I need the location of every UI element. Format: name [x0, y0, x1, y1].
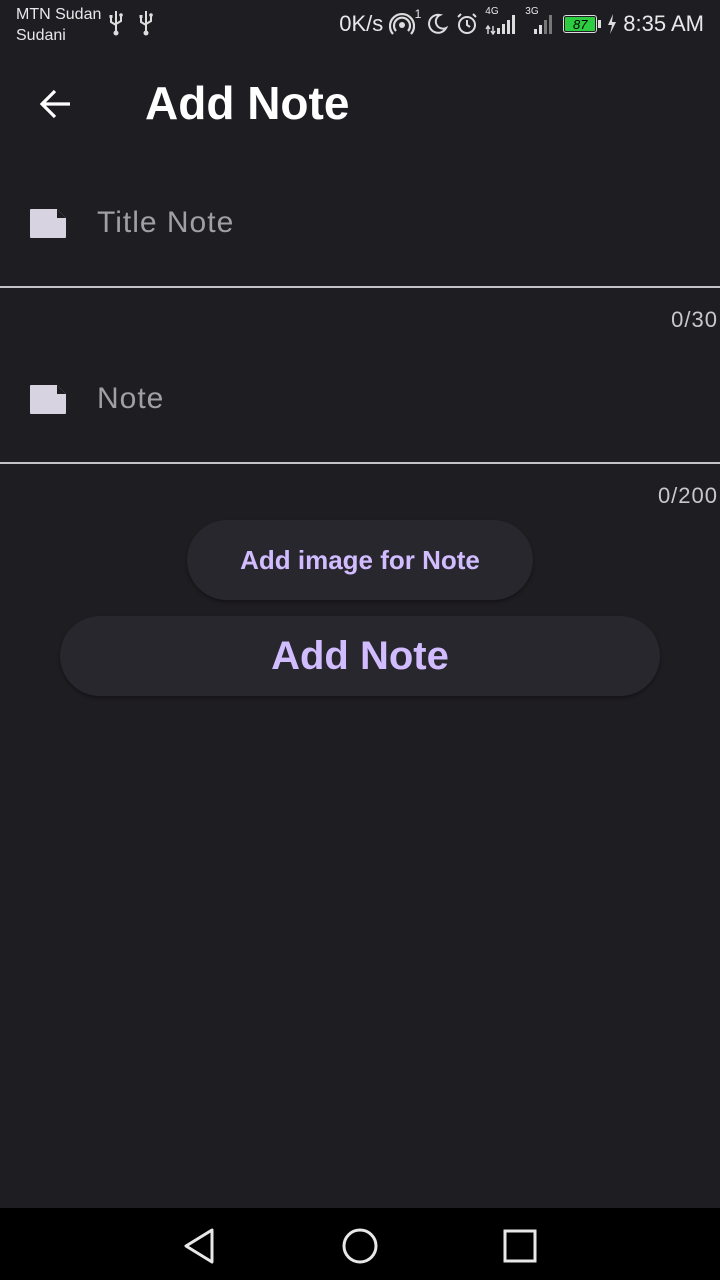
charging-icon: [608, 14, 617, 34]
back-button[interactable]: [28, 80, 84, 128]
note-icon: [30, 385, 66, 414]
add-note-button[interactable]: Add Note: [60, 616, 660, 696]
usb-icon: [109, 11, 123, 36]
note-char-counter: 0/200: [657, 483, 718, 508]
alarm-icon: [457, 13, 477, 34]
title-char-counter: 0/30: [671, 307, 718, 332]
add-image-button-label: Add image for Note: [240, 544, 480, 575]
signal-4g-icon: 4G: [485, 6, 519, 36]
hotspot-icon: 1: [389, 7, 421, 37]
signal-3g-icon: 3G: [525, 6, 557, 36]
add-note-button-label: Add Note: [271, 633, 449, 678]
page-title: Add Note: [145, 77, 350, 129]
note-icon: [30, 209, 66, 238]
note-input[interactable]: [97, 378, 697, 420]
carrier-name: MTN Sudan Sudani: [16, 6, 102, 44]
nav-back-icon[interactable]: [180, 1226, 220, 1266]
system-nav-bar: [0, 1208, 720, 1280]
title-note-underline: [0, 286, 720, 288]
app-bar: Add Note: [0, 58, 720, 148]
battery-icon: 87: [563, 15, 602, 33]
nav-home-icon[interactable]: [340, 1226, 380, 1266]
network-speed: 0K/s: [339, 11, 384, 36]
usb-icon: [139, 11, 153, 36]
arrow-left-icon: [39, 89, 70, 119]
title-note-field: 0/30: [0, 180, 720, 332]
status-bar: MTN Sudan Sudani 0K/s 1 4G 3G 87 8:35 AM: [0, 0, 720, 50]
add-image-button[interactable]: Add image for Note: [187, 520, 533, 600]
moon-icon: [428, 13, 449, 34]
note-underline: [0, 462, 720, 464]
title-note-input[interactable]: [97, 202, 697, 244]
nav-recents-icon[interactable]: [500, 1226, 540, 1266]
note-field: 0/200: [0, 356, 720, 508]
status-icons: 0K/s 1 4G 3G 87 8:35 AM: [339, 6, 704, 40]
clock: 8:35 AM: [623, 11, 704, 36]
